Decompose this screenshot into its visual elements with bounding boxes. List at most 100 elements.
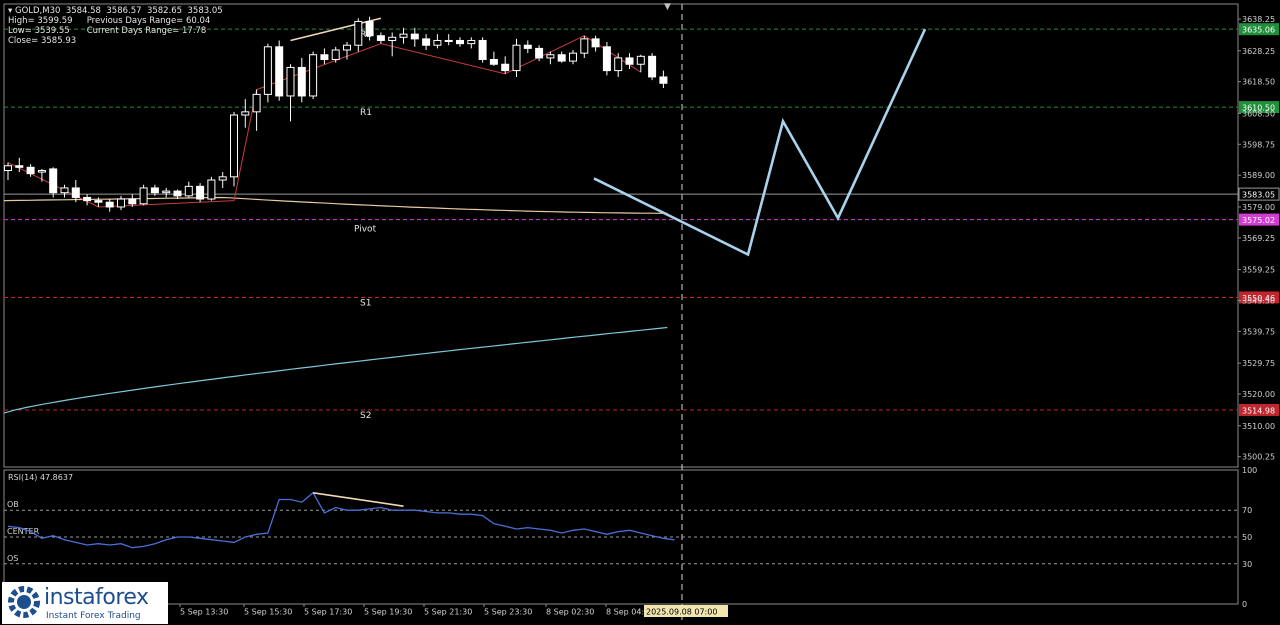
ma-slow-line (3, 326, 668, 414)
candle (489, 51, 498, 66)
close-value: Close= 3585.93 (8, 36, 77, 46)
price-tick-label: 3520.00 (1242, 390, 1275, 399)
candle (659, 70, 668, 89)
price-tick-label: 3510.00 (1242, 422, 1275, 431)
brand-tagline: Instant Forex Trading (46, 611, 141, 621)
gear-logo-icon (8, 586, 40, 618)
rsi-line (7, 491, 675, 549)
bull-candle-body (263, 46, 272, 95)
current-price-text: 3583.05 (1242, 191, 1275, 200)
candle (105, 199, 114, 212)
price-tick-label: 3569.25 (1242, 234, 1275, 243)
price-tick-label: 3638.25 (1242, 15, 1275, 24)
candle (15, 157, 24, 173)
candle (388, 32, 397, 57)
bear-candle-body (365, 20, 374, 37)
bear-candle-body (83, 196, 92, 202)
candle (422, 34, 431, 50)
candle (184, 181, 193, 198)
candle (320, 48, 329, 65)
time-tick-label: 5 Sep 19:30 (364, 608, 412, 617)
price-tick-label: 3589.00 (1242, 171, 1275, 180)
time-tick-label: 5 Sep 15:30 (244, 608, 292, 617)
bear-candle-body (15, 165, 24, 168)
bull-candle-body (512, 44, 521, 72)
candle (309, 51, 318, 100)
low-value: Low= 3539.55 (8, 26, 70, 36)
level-tag-text-s2: 3514.98 (1242, 406, 1275, 415)
bull-candle-body (331, 49, 340, 60)
bear-candle-body (196, 185, 205, 200)
dropdown-arrow-icon[interactable]: ▾ (8, 6, 12, 16)
candle (636, 54, 645, 73)
candle (230, 111, 238, 187)
price-tick-label: 3539.75 (1242, 327, 1275, 336)
bear-candle-body (422, 38, 431, 46)
level-label-s2: S2 (360, 411, 371, 421)
low-bar-value: 3582.65 (146, 6, 183, 16)
candle (49, 167, 58, 198)
bull-candle-body (467, 39, 476, 45)
bear-candle-body (489, 58, 498, 65)
candle (117, 195, 125, 211)
bear-candle-body (320, 54, 329, 60)
open-value: 3584.58 (65, 6, 101, 16)
candle (399, 27, 408, 44)
bull-candle-body (388, 36, 397, 41)
bull-candle-body (546, 54, 555, 59)
candle (433, 34, 442, 49)
bear-candle-body (557, 54, 566, 62)
candle (252, 89, 261, 131)
candle (512, 38, 521, 77)
level-label-r1: R1 (360, 108, 372, 118)
time-tick-label: 8 Sep 02:30 (546, 608, 594, 617)
main-panel-frame (3, 3, 1239, 468)
candle (523, 40, 532, 54)
rsi-tick-label: 70 (1242, 506, 1252, 515)
bull-candle-body (4, 165, 12, 171)
high-bar-value: 3586.57 (106, 6, 142, 16)
bull-candle-body (399, 33, 408, 38)
bear-candle-body (173, 190, 182, 197)
candle (4, 162, 12, 181)
time-tick-label: 8 Sep 04: (606, 608, 644, 617)
price-tick-label: 3529.75 (1242, 359, 1275, 368)
bull-candle-body (636, 55, 645, 65)
bull-candle-body (139, 187, 148, 205)
price-tick-label: 3549.50 (1242, 297, 1275, 306)
bear-candle-body (478, 39, 487, 60)
brand-name: instaforex (44, 585, 149, 610)
rsi-level-label-ob: OB (7, 500, 19, 509)
candle (162, 187, 171, 198)
bear-candle-body (105, 201, 114, 208)
bull-candle-body (309, 54, 318, 97)
time-tick-label: 5 Sep 17:30 (304, 608, 352, 617)
chart-shift-icon[interactable]: ▼ (664, 2, 671, 12)
bear-candle-body (535, 47, 544, 59)
candle (557, 51, 566, 63)
curr-range: Current Days Range= 17.78 (86, 26, 207, 36)
bear-candle-body (625, 57, 634, 65)
rsi-tick-label: 100 (1242, 466, 1257, 475)
bull-candle-body (614, 57, 623, 72)
bear-candle-body (523, 44, 532, 49)
bull-candle-body (218, 176, 227, 181)
candle (297, 57, 306, 103)
bull-candle-body (433, 39, 442, 46)
candle (456, 37, 464, 47)
level-label-s1: S1 (360, 298, 371, 308)
candle (331, 46, 340, 63)
bull-candle-body (354, 20, 363, 46)
ma-fast-line (3, 196, 668, 214)
candle (591, 35, 600, 52)
candle (218, 172, 227, 188)
prev-range: Previous Days Range= 60.04 (86, 16, 211, 26)
candle (648, 53, 657, 81)
bull-candle-body (207, 179, 216, 200)
candle (37, 168, 46, 182)
price-tick-label: 3579.00 (1242, 203, 1275, 212)
bear-candle-body (297, 66, 306, 97)
candle (478, 37, 487, 63)
rsi-tick-label: 30 (1242, 560, 1252, 569)
bear-candle-body (275, 46, 284, 97)
